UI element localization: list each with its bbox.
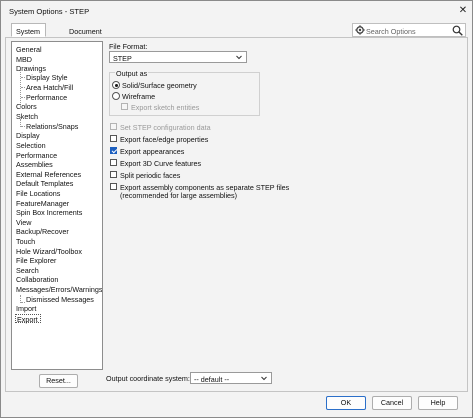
tree-item-assemblies[interactable]: Assemblies [16,160,53,169]
set-step-config-checkbox[interactable] [110,123,117,130]
tree-item-performance[interactable]: Performance [16,151,57,160]
export-appearances-label[interactable]: Export appearances [120,147,184,156]
reset-button[interactable]: Reset... [39,374,78,388]
export-appearances-checkbox[interactable] [110,147,117,154]
tree-item-featuremanager[interactable]: FeatureManager [16,199,69,208]
tree-line [21,302,25,303]
tree-item-display[interactable]: Display [16,131,40,140]
tree-line [21,126,25,127]
tree-item-collaboration[interactable]: Collaboration [16,275,58,284]
wireframe-radio[interactable] [112,92,120,100]
tree-item-display-style[interactable]: Display Style [26,73,68,82]
tree-item-spin-box-increments[interactable]: Spin Box Increments [16,208,82,217]
tree-item-drawings-performance[interactable]: Performance [26,93,67,102]
export-assembly-checkbox[interactable] [110,183,117,190]
tree-item-dismissed-messages[interactable]: Dismissed Messages [26,295,94,304]
search-icon[interactable] [452,25,463,36]
file-format-select[interactable]: STEP [109,51,247,63]
tree-item-relations-snaps[interactable]: Relations/Snaps [26,122,78,131]
tree-item-area-hatch-fill[interactable]: Area Hatch/Fill [26,83,73,92]
window-title: System Options - STEP [9,7,90,16]
output-coord-value: -- default -- [194,375,230,384]
output-coord-label: Output coordinate system: [106,374,190,383]
tree-line [21,87,25,88]
tree-item-file-explorer[interactable]: File Explorer [16,256,56,265]
split-periodic-checkbox[interactable] [110,171,117,178]
output-as-legend: Output as [115,69,149,78]
chevron-down-icon [236,55,242,60]
tree-item-messages-errors-warnings[interactable]: Messages/Errors/Warnings [16,285,102,294]
gear-icon[interactable] [355,25,365,35]
tree-item-drawings[interactable]: Drawings [16,64,46,73]
export-3d-curve-checkbox[interactable] [110,159,117,166]
options-tree[interactable]: General MBD Drawings Display Style Area … [11,41,103,370]
tree-item-backup-recover[interactable]: Backup/Recover [16,227,69,236]
export-face-edge-checkbox[interactable] [110,135,117,142]
export-3d-curve-label[interactable]: Export 3D Curve features [120,159,201,168]
export-sketch-checkbox[interactable] [121,103,128,110]
set-step-config-label: Set STEP configuration data [120,123,211,132]
ok-button[interactable]: OK [326,396,366,410]
output-coord-select[interactable]: -- default -- [190,372,272,384]
chevron-down-icon [261,376,267,381]
tree-item-general[interactable]: General [16,45,42,54]
tree-item-export[interactable]: Export [15,314,41,324]
export-sketch-label: Export sketch entities [131,103,200,112]
tree-item-import[interactable]: Import [16,304,36,313]
tree-item-view[interactable]: View [16,218,31,227]
title-bar: System Options - STEP ✕ [1,1,472,21]
help-button[interactable]: Help [418,396,458,410]
export-assembly-note: (recommended for large assemblies) [120,191,238,200]
tree-item-mbd[interactable]: MBD [16,55,32,64]
solid-surface-radio[interactable] [112,81,120,89]
tree-item-selection[interactable]: Selection [16,141,46,150]
wireframe-label[interactable]: Wireframe [122,92,155,101]
tree-item-external-references[interactable]: External References [16,170,81,179]
tree-line [21,97,25,98]
tab-document-properties[interactable]: Document Properties [64,23,107,45]
tree-item-touch[interactable]: Touch [16,237,35,246]
tree-item-hole-wizard-toolbox[interactable]: Hole Wizard/Toolbox [16,247,82,256]
file-format-label: File Format: [109,42,148,51]
search-input[interactable]: Search Options [366,27,416,36]
tree-item-file-locations[interactable]: File Locations [16,189,60,198]
tree-item-sketch[interactable]: Sketch [16,112,38,121]
close-icon[interactable]: ✕ [456,4,470,17]
export-face-edge-label[interactable]: Export face/edge properties [120,135,208,144]
cancel-button[interactable]: Cancel [372,396,412,410]
tab-system-options[interactable]: System Options [11,23,46,45]
tree-line [21,77,25,78]
solid-surface-label[interactable]: Solid/Surface geometry [122,81,197,90]
file-format-value: STEP [113,54,132,63]
system-options-dialog: System Options - STEP ✕ System Options D… [0,0,473,418]
split-periodic-label[interactable]: Split periodic faces [120,171,180,180]
tree-item-default-templates[interactable]: Default Templates [16,179,73,188]
tree-item-colors[interactable]: Colors [16,102,37,111]
tree-item-search[interactable]: Search [16,266,39,275]
search-box[interactable]: Search Options [352,23,466,37]
